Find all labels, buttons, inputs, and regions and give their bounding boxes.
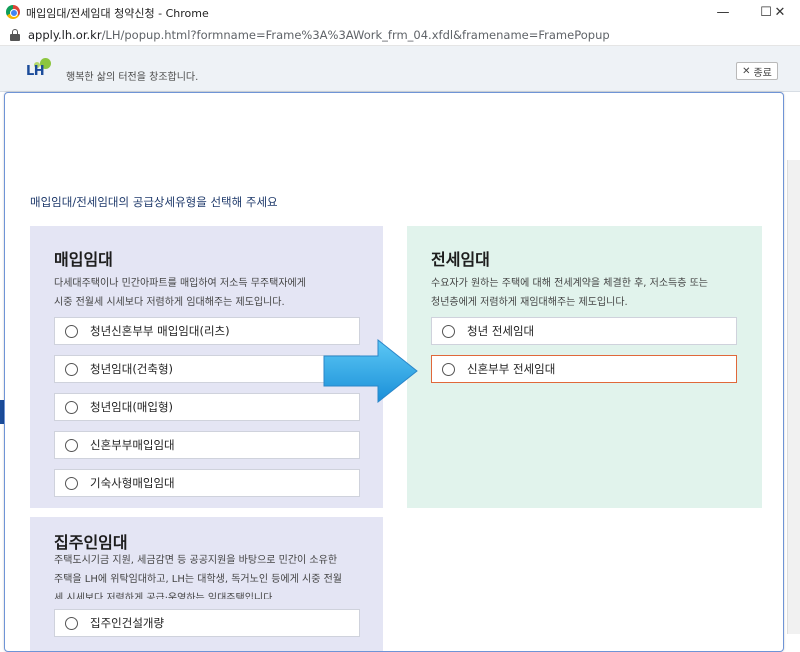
option-label: 신혼부부 전세임대 [467, 362, 556, 376]
option-dormitory-purchase[interactable]: 기숙사형매입임대 [54, 469, 360, 497]
exit-button-label: 종료 [753, 67, 772, 79]
radio-icon[interactable] [65, 616, 78, 630]
jeonse-rental-desc: 수요자가 원하는 주택에 대해 전세계약을 체결한 후, 저소득층 또는 청년층… [431, 274, 761, 312]
slogan-text: 행복한 삶의 터전을 창조합니다. [66, 72, 199, 83]
purchase-rental-desc-line: 시중 전월세 시세보다 저렴하게 임대해주는 제도입니다. [54, 297, 285, 308]
purchase-rental-title: 매입임대 [54, 250, 113, 269]
option-youth-jeonse[interactable]: 청년 전세임대 [431, 317, 737, 345]
radio-icon[interactable] [65, 362, 78, 376]
option-youth-newlywed-reits[interactable]: 청년신혼부부 매입임대(리츠) [54, 317, 360, 345]
background-scroll-strip [787, 160, 800, 634]
option-newlywed-jeonse[interactable]: 신혼부부 전세임대 [431, 355, 737, 383]
jeonse-rental-desc-line: 청년층에게 저렴하게 재임대해주는 제도입니다. [431, 297, 628, 308]
landlord-rental-title: 집주인임대 [54, 533, 128, 552]
option-label: 청년 전세임대 [467, 324, 535, 338]
option-label: 청년임대(건축형) [90, 362, 174, 376]
address-bar[interactable]: apply.lh.or.kr/LH/popup.html?formname=Fr… [0, 24, 800, 46]
window-title: 매입임대/전세임대 청약신청 - Chrome [26, 7, 209, 20]
radio-icon[interactable] [65, 476, 78, 490]
radio-icon[interactable] [65, 438, 78, 452]
option-landlord-construction[interactable]: 집주인건설개량 [54, 609, 360, 637]
right-arrow-icon [323, 338, 418, 404]
jeonse-rental-panel: 전세임대 수요자가 원하는 주택에 대해 전세계약을 체결한 후, 저소득층 또… [407, 226, 762, 508]
exit-button[interactable]: ✕ 종료 [736, 62, 778, 80]
radio-icon[interactable] [65, 324, 78, 338]
landlord-rental-panel: 집주인임대 주택도시기금 지원, 세금감면 등 공공지원을 바탕으로 민간이 소… [30, 517, 383, 651]
option-youth-purchase[interactable]: 청년임대(매입형) [54, 393, 360, 421]
landlord-rental-desc-line: 세 시세보다 저렴하게 공급·운영하는 임대주택입니다. [54, 593, 276, 599]
instruction-text: 매입임대/전세임대의 공급상세유형을 선택해 주세요 [30, 195, 278, 209]
url-domain: apply.lh.or.kr [28, 28, 102, 42]
landlord-rental-desc: 주택도시기금 지원, 세금감면 등 공공지원을 바탕으로 민간이 소유한 주택을… [54, 551, 372, 599]
option-label: 청년임대(매입형) [90, 400, 174, 414]
purchase-rental-desc: 다세대주택이나 민간아파트를 매입하여 저소득 무주택자에게 시중 전월세 시세… [54, 274, 372, 312]
option-label: 집주인건설개량 [90, 616, 165, 630]
jeonse-rental-title: 전세임대 [431, 250, 490, 269]
radio-icon[interactable] [65, 400, 78, 414]
option-label: 기숙사형매입임대 [90, 476, 175, 490]
lh-header: LH 행복한 삶의 터전을 창조합니다. ✕ 종료 [0, 46, 800, 92]
minimize-button[interactable]: — [700, 0, 746, 24]
chrome-logo-icon [6, 5, 20, 19]
close-window-button[interactable]: ✕ [760, 0, 800, 24]
window-titlebar: 매입임대/전세임대 청약신청 - Chrome — ☐ ✕ [0, 0, 800, 24]
purchase-rental-desc-line: 다세대주택이나 민간아파트를 매입하여 저소득 무주택자에게 [54, 278, 306, 289]
radio-icon[interactable] [442, 324, 455, 338]
option-youth-construction[interactable]: 청년임대(건축형) [54, 355, 360, 383]
landlord-rental-desc-line: 주택을 LH에 위탁임대하고, LH는 대학생, 독거노인 등에게 시중 전월 [54, 574, 342, 585]
radio-icon[interactable] [442, 362, 455, 376]
lock-icon [10, 29, 20, 41]
lh-logo-text: LH [26, 64, 45, 79]
option-label: 청년신혼부부 매입임대(리츠) [90, 324, 230, 338]
option-label: 신혼부부매입임대 [90, 438, 175, 452]
close-icon: ✕ [742, 65, 751, 77]
landlord-rental-desc-line: 주택도시기금 지원, 세금감면 등 공공지원을 바탕으로 민간이 소유한 [54, 555, 338, 566]
url-text[interactable]: apply.lh.or.kr/LH/popup.html?formname=Fr… [28, 28, 610, 42]
option-newlywed-purchase[interactable]: 신혼부부매입임대 [54, 431, 360, 459]
jeonse-rental-desc-line: 수요자가 원하는 주택에 대해 전세계약을 체결한 후, 저소득층 또는 [431, 278, 709, 289]
url-path: /LH/popup.html?formname=Frame%3A%3AWork_… [101, 28, 610, 42]
lh-logo: LH [26, 57, 66, 81]
